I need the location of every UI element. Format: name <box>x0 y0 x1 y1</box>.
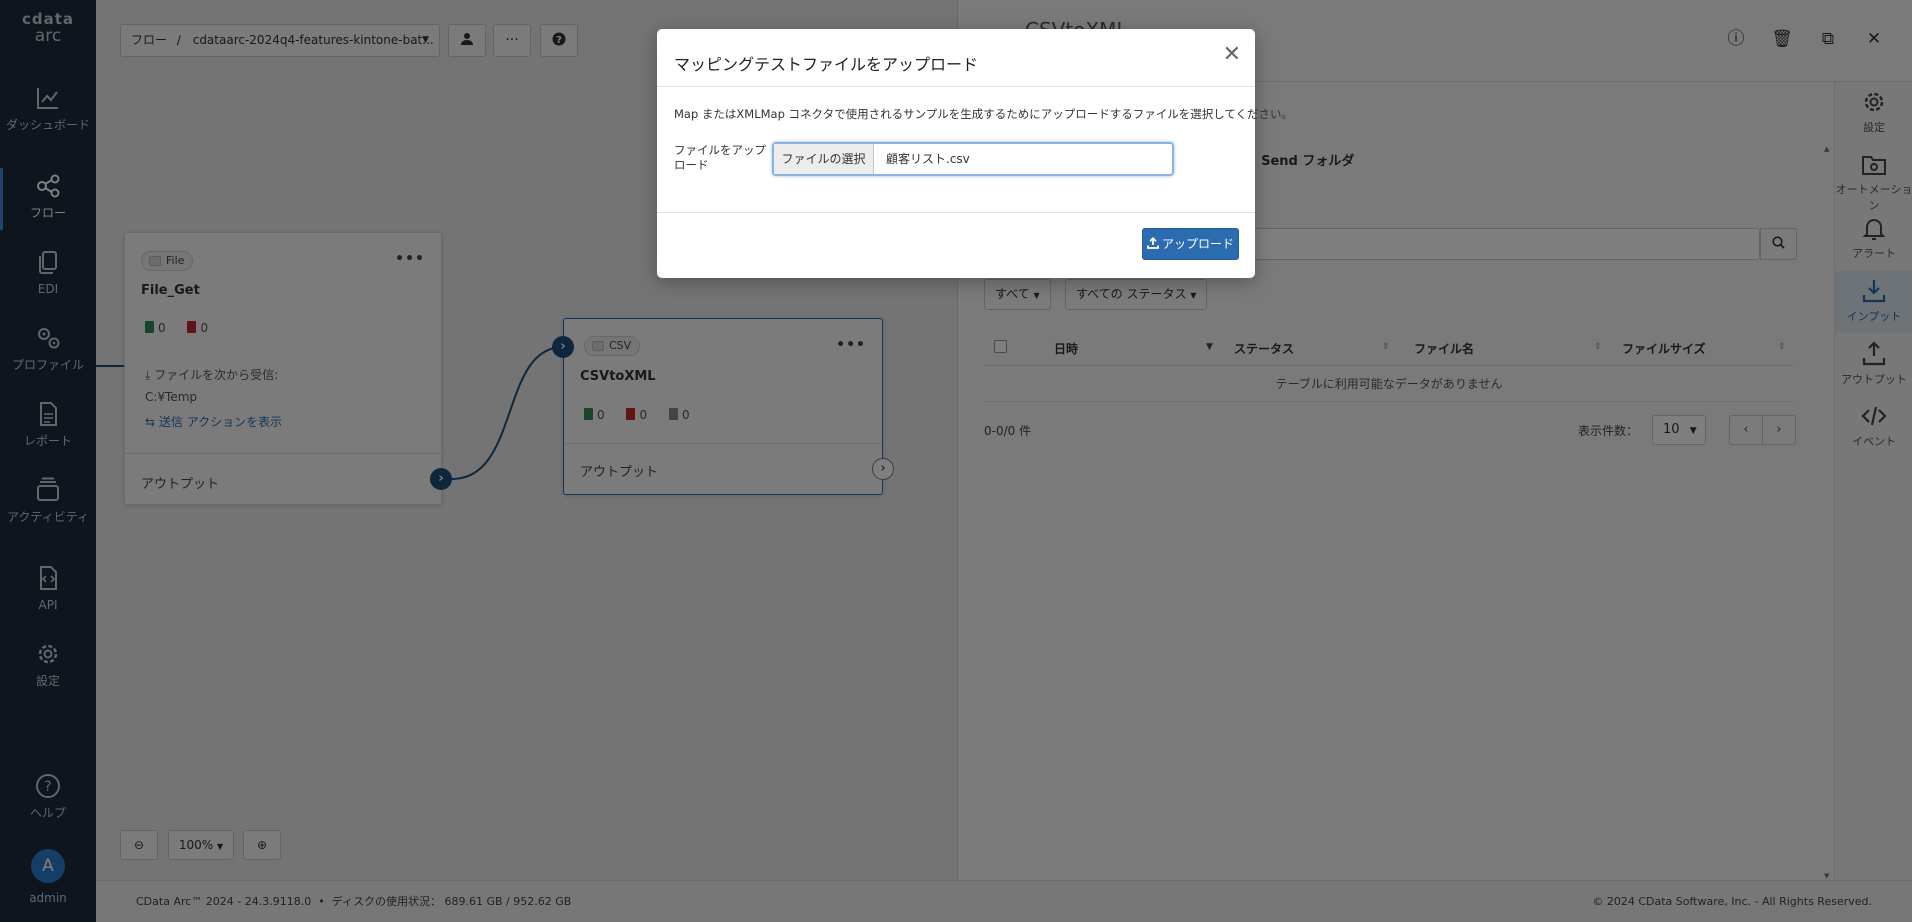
upload-test-file-modal: マッピングテストファイルをアップロード ✕ Map またはXMLMap コネクタ… <box>657 29 1293 278</box>
upload-button-label: アップロード <box>1161 237 1234 251</box>
modal-footer-divider <box>657 212 1255 213</box>
selected-file-name: 顧客リスト.csv <box>886 152 970 166</box>
upload-button[interactable]: アップロード <box>1142 228 1239 260</box>
file-input[interactable]: ファイルの選択 顧客リスト.csv <box>772 142 1174 176</box>
modal-description: Map またはXMLMap コネクタで使用されるサンプルを生成するためにアップロ… <box>674 107 1294 121</box>
modal-divider <box>657 86 1255 87</box>
upload-icon <box>1147 237 1159 249</box>
upload-field-label: ファイルをアップロード <box>674 143 766 172</box>
close-icon[interactable]: ✕ <box>1223 43 1241 67</box>
modal-title: マッピングテストファイルをアップロード <box>674 55 979 74</box>
choose-file-button[interactable]: ファイルの選択 <box>774 144 874 174</box>
